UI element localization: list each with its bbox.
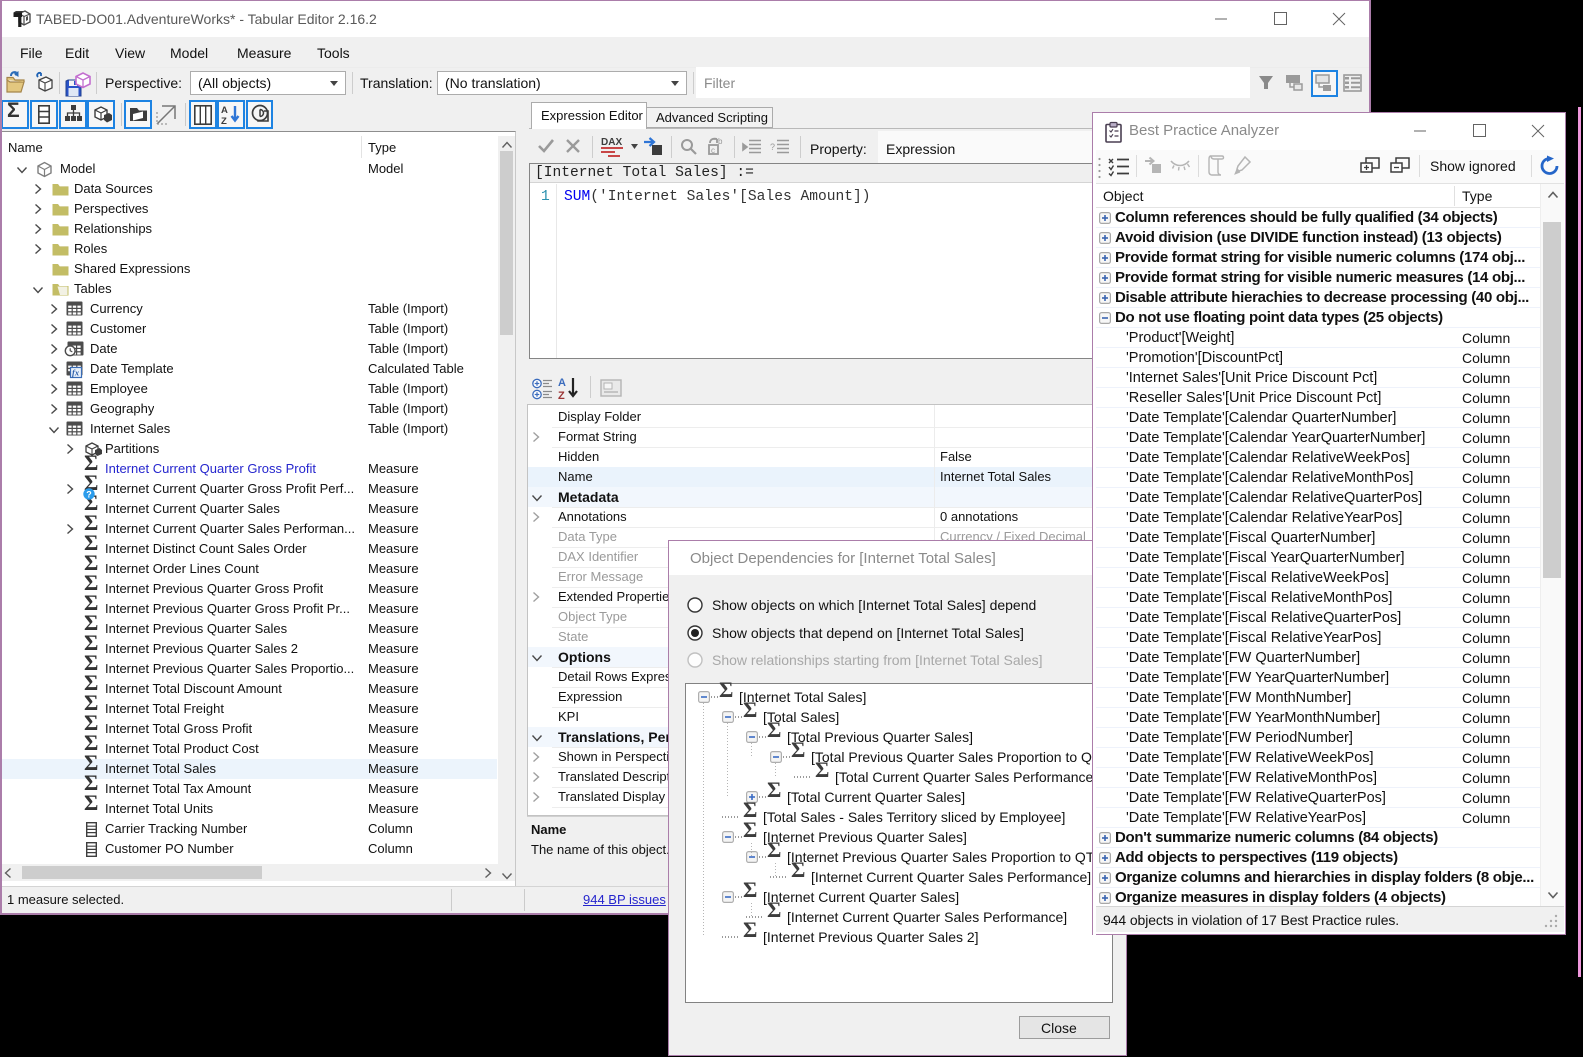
svg-text:b: b bbox=[718, 137, 723, 146]
svg-text:Z: Z bbox=[558, 390, 565, 402]
svg-text:A: A bbox=[221, 105, 228, 116]
svg-text:DAX: DAX bbox=[601, 137, 622, 148]
svg-text:A: A bbox=[558, 377, 566, 389]
svg-text:fx: fx bbox=[72, 368, 80, 378]
svg-text:c: c bbox=[711, 146, 715, 155]
svg-text:?: ? bbox=[770, 142, 775, 152]
svg-text:Z: Z bbox=[221, 116, 227, 127]
svg-text:?: ? bbox=[86, 489, 92, 499]
